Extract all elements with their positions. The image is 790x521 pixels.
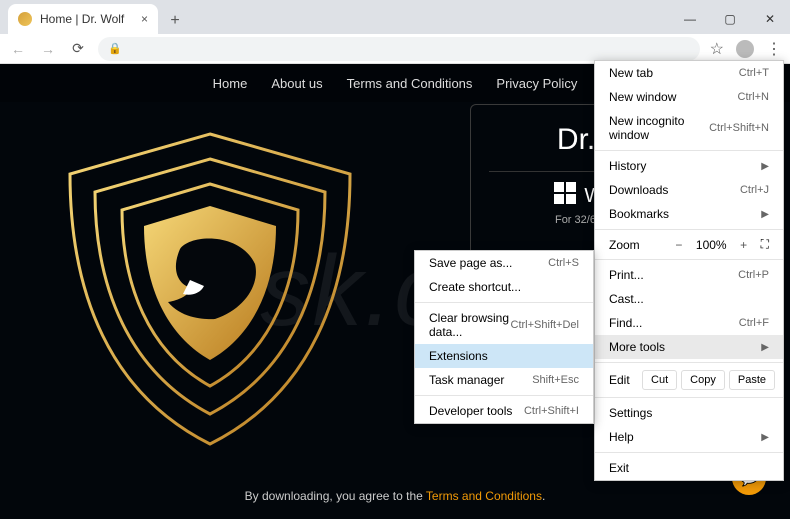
menu-exit[interactable]: Exit	[595, 456, 783, 480]
fullscreen-icon[interactable]: ⛶	[761, 237, 769, 252]
menu-incognito[interactable]: New incognito windowCtrl+Shift+N	[595, 109, 783, 147]
close-icon[interactable]: ×	[141, 12, 148, 26]
submenu-clear-browsing[interactable]: Clear browsing data...Ctrl+Shift+Del	[415, 306, 593, 344]
submenu-create-shortcut[interactable]: Create shortcut...	[415, 275, 593, 299]
wolf-shield-logo	[40, 114, 380, 454]
zoom-value: 100%	[696, 238, 727, 252]
submenu-save-page[interactable]: Save page as...Ctrl+S	[415, 251, 593, 275]
lock-icon: 🔒	[108, 42, 122, 55]
menu-new-tab[interactable]: New tabCtrl+T	[595, 61, 783, 85]
close-button[interactable]: ✕	[750, 4, 790, 34]
zoom-out-button[interactable]: −	[670, 238, 688, 252]
menu-find[interactable]: Find...Ctrl+F	[595, 311, 783, 335]
back-button[interactable]: ←	[8, 39, 28, 59]
paste-button[interactable]: Paste	[729, 370, 775, 390]
new-tab-button[interactable]: +	[162, 8, 188, 34]
menu-cast[interactable]: Cast...	[595, 287, 783, 311]
edit-label: Edit	[609, 373, 638, 387]
menu-print[interactable]: Print...Ctrl+P	[595, 263, 783, 287]
nav-home[interactable]: Home	[213, 76, 248, 91]
menu-history[interactable]: History▶	[595, 154, 783, 178]
agree-text: By downloading, you agree to the Terms a…	[0, 489, 790, 503]
terms-link[interactable]: Terms and Conditions	[426, 489, 542, 503]
menu-more-tools[interactable]: More tools▶	[595, 335, 783, 359]
menu-help[interactable]: Help▶	[595, 425, 783, 449]
minimize-button[interactable]: —	[670, 4, 710, 34]
menu-new-window[interactable]: New windowCtrl+N	[595, 85, 783, 109]
reload-button[interactable]: ⟳	[68, 39, 88, 59]
bookmark-star-icon[interactable]: ☆	[710, 39, 724, 59]
address-bar[interactable]: 🔒	[98, 37, 700, 61]
more-tools-submenu: Save page as...Ctrl+S Create shortcut...…	[414, 250, 594, 424]
menu-downloads[interactable]: DownloadsCtrl+J	[595, 178, 783, 202]
nav-privacy[interactable]: Privacy Policy	[496, 76, 577, 91]
menu-settings[interactable]: Settings	[595, 401, 783, 425]
nav-about[interactable]: About us	[271, 76, 322, 91]
windows-icon	[554, 182, 576, 210]
submenu-developer-tools[interactable]: Developer toolsCtrl+Shift+I	[415, 399, 593, 423]
copy-button[interactable]: Copy	[681, 370, 725, 390]
tab-title: Home | Dr. Wolf	[40, 12, 124, 26]
chrome-menu-button[interactable]: ⋮	[766, 39, 782, 59]
zoom-in-button[interactable]: +	[735, 238, 753, 252]
submenu-task-manager[interactable]: Task managerShift+Esc	[415, 368, 593, 392]
profile-avatar-icon[interactable]	[736, 40, 754, 58]
cut-button[interactable]: Cut	[642, 370, 677, 390]
chrome-main-menu: New tabCtrl+T New windowCtrl+N New incog…	[594, 60, 784, 481]
maximize-button[interactable]: ▢	[710, 4, 750, 34]
menu-edit-row: Edit Cut Copy Paste	[595, 366, 783, 394]
forward-button[interactable]: →	[38, 39, 58, 59]
browser-tab[interactable]: Home | Dr. Wolf ×	[8, 4, 158, 34]
menu-bookmarks[interactable]: Bookmarks▶	[595, 202, 783, 226]
menu-zoom-row: Zoom − 100% + ⛶	[595, 233, 783, 256]
window-controls: — ▢ ✕	[670, 4, 790, 34]
window-titlebar: Home | Dr. Wolf × + — ▢ ✕	[0, 0, 790, 34]
shield-icon	[18, 12, 32, 26]
zoom-label: Zoom	[609, 238, 662, 252]
nav-terms[interactable]: Terms and Conditions	[347, 76, 473, 91]
submenu-extensions[interactable]: Extensions	[415, 344, 593, 368]
